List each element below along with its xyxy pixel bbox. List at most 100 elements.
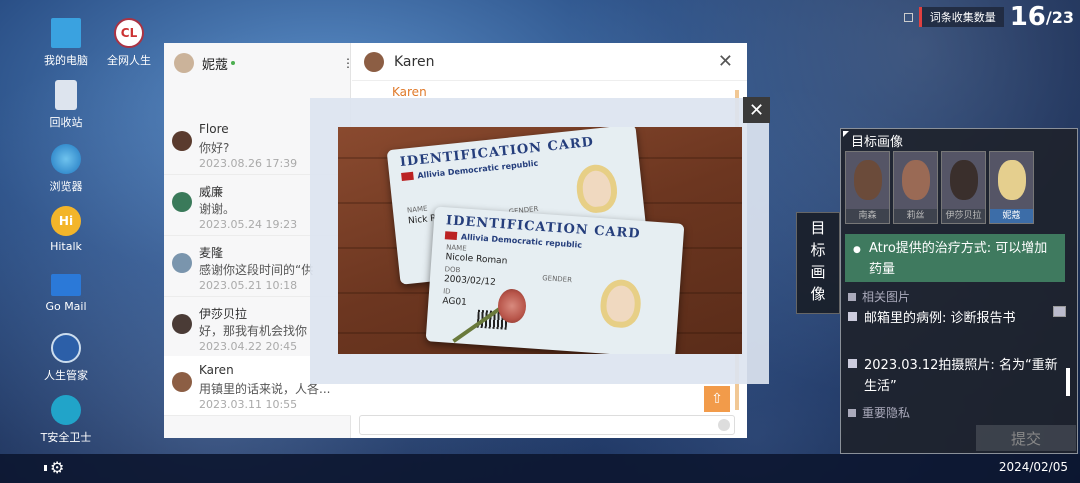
- desktop-icon-label: Go Mail: [45, 300, 87, 313]
- desktop-icon-browser[interactable]: 浏览器: [31, 144, 101, 194]
- flag-icon: [444, 231, 458, 241]
- contact-name: 威廉: [199, 185, 224, 199]
- desktop-icon-label: T安全卫士: [40, 431, 92, 444]
- contact-name: Flore: [199, 122, 229, 136]
- message-input[interactable]: [359, 415, 735, 435]
- taskbar-indicator: [44, 465, 47, 471]
- desktop-icon-security[interactable]: T安全卫士: [31, 395, 101, 445]
- avatar: [172, 192, 192, 212]
- desktop-icon-recycle-bin[interactable]: 回收站: [31, 80, 101, 130]
- side-tab-char: 标: [810, 241, 826, 259]
- submit-button[interactable]: 提交: [976, 425, 1076, 451]
- counter-current: 16: [1009, 2, 1046, 32]
- side-tab-char: 画: [810, 263, 826, 281]
- desktop-icon-hitalk[interactable]: Hi Hitalk: [31, 206, 101, 253]
- portrait-thumb[interactable]: 伊莎贝拉: [941, 151, 986, 224]
- section-header: 相关图片: [848, 288, 910, 305]
- side-tab-char: 目: [810, 219, 826, 237]
- self-profile: 妮蔻: [174, 53, 236, 73]
- desktop-icon-butler[interactable]: 人生管家: [31, 333, 101, 383]
- contact-name: 伊莎贝拉: [199, 307, 248, 321]
- taskbar: ⚙ 2024/02/05: [0, 454, 1080, 483]
- card-name: Nicole Roman: [445, 252, 508, 267]
- clue-text: 邮箱里的病例: 诊断报告书: [864, 311, 1016, 326]
- portrait-thumb[interactable]: 南森: [845, 151, 890, 224]
- contact-date: 2023.03.11 10:55: [199, 398, 298, 411]
- highlighted-clue[interactable]: ● Atro提供的治疗方式: 可以增加药量: [845, 234, 1065, 282]
- card-name-label: NAME: [445, 243, 467, 253]
- taskbar-date: 2024/02/05: [998, 460, 1068, 474]
- desktop-icon-cl[interactable]: CL 全网人生: [94, 18, 164, 68]
- contact-name: Karen: [199, 363, 234, 377]
- portrait-list: 南森 莉丝 伊莎贝拉 妮蔻: [845, 151, 1034, 224]
- section-title: 相关图片: [862, 290, 911, 304]
- desktop-icon-my-computer[interactable]: 我的电脑: [31, 18, 101, 68]
- portrait-image: [854, 160, 882, 200]
- viewer-close-icon[interactable]: ✕: [743, 97, 770, 123]
- bullet-icon: ●: [853, 245, 861, 255]
- panel-scrollbar[interactable]: [1066, 368, 1070, 396]
- close-icon[interactable]: ✕: [718, 51, 733, 72]
- clue-text: 2023.03.12拍摄照片: 名为“重新生活”: [864, 358, 1058, 394]
- avatar: [172, 372, 192, 392]
- portrait-image: [950, 160, 978, 200]
- upload-icon[interactable]: ⇧: [704, 386, 730, 412]
- online-indicator: [231, 61, 236, 65]
- lock-icon: [848, 409, 856, 417]
- avatar: [174, 53, 194, 73]
- portrait-thumb-selected[interactable]: 妮蔻: [989, 151, 1034, 224]
- image-section-icon: [848, 293, 856, 301]
- portrait-thumb[interactable]: 莉丝: [893, 151, 938, 224]
- rose: [498, 289, 526, 323]
- message-sender: Karen: [392, 85, 427, 99]
- card-dob: 2003/02/12: [443, 274, 497, 288]
- section-title: 重要隐私: [862, 406, 911, 420]
- avatar: [172, 131, 192, 151]
- desktop-icon-label: 回收站: [49, 116, 83, 129]
- desktop-icon-label: 我的电脑: [44, 54, 88, 67]
- desktop-icon-label: 全网人生: [107, 54, 151, 67]
- globe-icon: [51, 144, 81, 174]
- corner-marker: [843, 131, 849, 137]
- desktop-icon-label: Hitalk: [50, 240, 82, 253]
- security-icon: [51, 395, 81, 425]
- clue-text: Atro提供的治疗方式: 可以增加药量: [869, 241, 1048, 277]
- section-header: 重要隐私: [848, 404, 910, 421]
- target-side-tab[interactable]: 目 标 画 像: [796, 212, 840, 314]
- image-icon: [848, 359, 857, 368]
- card-gender-label: GENDER: [541, 274, 573, 285]
- counter-checkbox[interactable]: [903, 12, 913, 22]
- id-cards-photo: IDENTIFICATION CARD Allivia Democratic r…: [338, 127, 742, 354]
- contact-date: 2023.05.24 19:23: [199, 218, 298, 231]
- card-id-label: ID: [442, 287, 451, 296]
- butler-icon: [51, 333, 81, 363]
- clue-item[interactable]: 邮箱里的病例: 诊断报告书: [848, 308, 1058, 329]
- desktop-icon-go-mail[interactable]: Go Mail: [31, 270, 101, 313]
- conversation-header: Karen: [352, 43, 747, 81]
- contact-date: 2023.05.21 10:18: [199, 279, 298, 292]
- desktop-icon-label: 人生管家: [44, 369, 88, 382]
- counter-label: 词条收集数量: [918, 7, 1004, 27]
- gear-icon[interactable]: ⚙: [50, 458, 70, 478]
- self-name: 妮蔻: [202, 57, 229, 73]
- collection-counter: 词条收集数量 16 /23: [903, 2, 1074, 32]
- desktop-icon-label: 浏览器: [49, 180, 83, 193]
- avatar: [172, 253, 192, 273]
- portrait-image: [998, 160, 1026, 200]
- mail-icon: [51, 274, 81, 296]
- picture-icon: [1053, 306, 1066, 317]
- computer-icon: [51, 18, 81, 48]
- panel-title: 目标画像: [851, 135, 904, 150]
- flag-icon: [401, 171, 414, 182]
- contact-date: 2023.04.22 20:45: [199, 340, 298, 353]
- card-dob-label: DOB: [444, 265, 461, 275]
- side-tab-char: 像: [810, 285, 826, 303]
- send-icon[interactable]: [718, 419, 730, 431]
- recycle-bin-icon: [55, 80, 77, 110]
- portrait-name: 妮蔻: [990, 209, 1033, 223]
- conversation-title: Karen: [394, 53, 435, 70]
- image-icon: [848, 312, 857, 321]
- clue-item[interactable]: 2023.03.12拍摄照片: 名为“重新生活”: [848, 355, 1058, 397]
- portrait-name: 莉丝: [894, 209, 937, 223]
- avatar: [364, 51, 384, 72]
